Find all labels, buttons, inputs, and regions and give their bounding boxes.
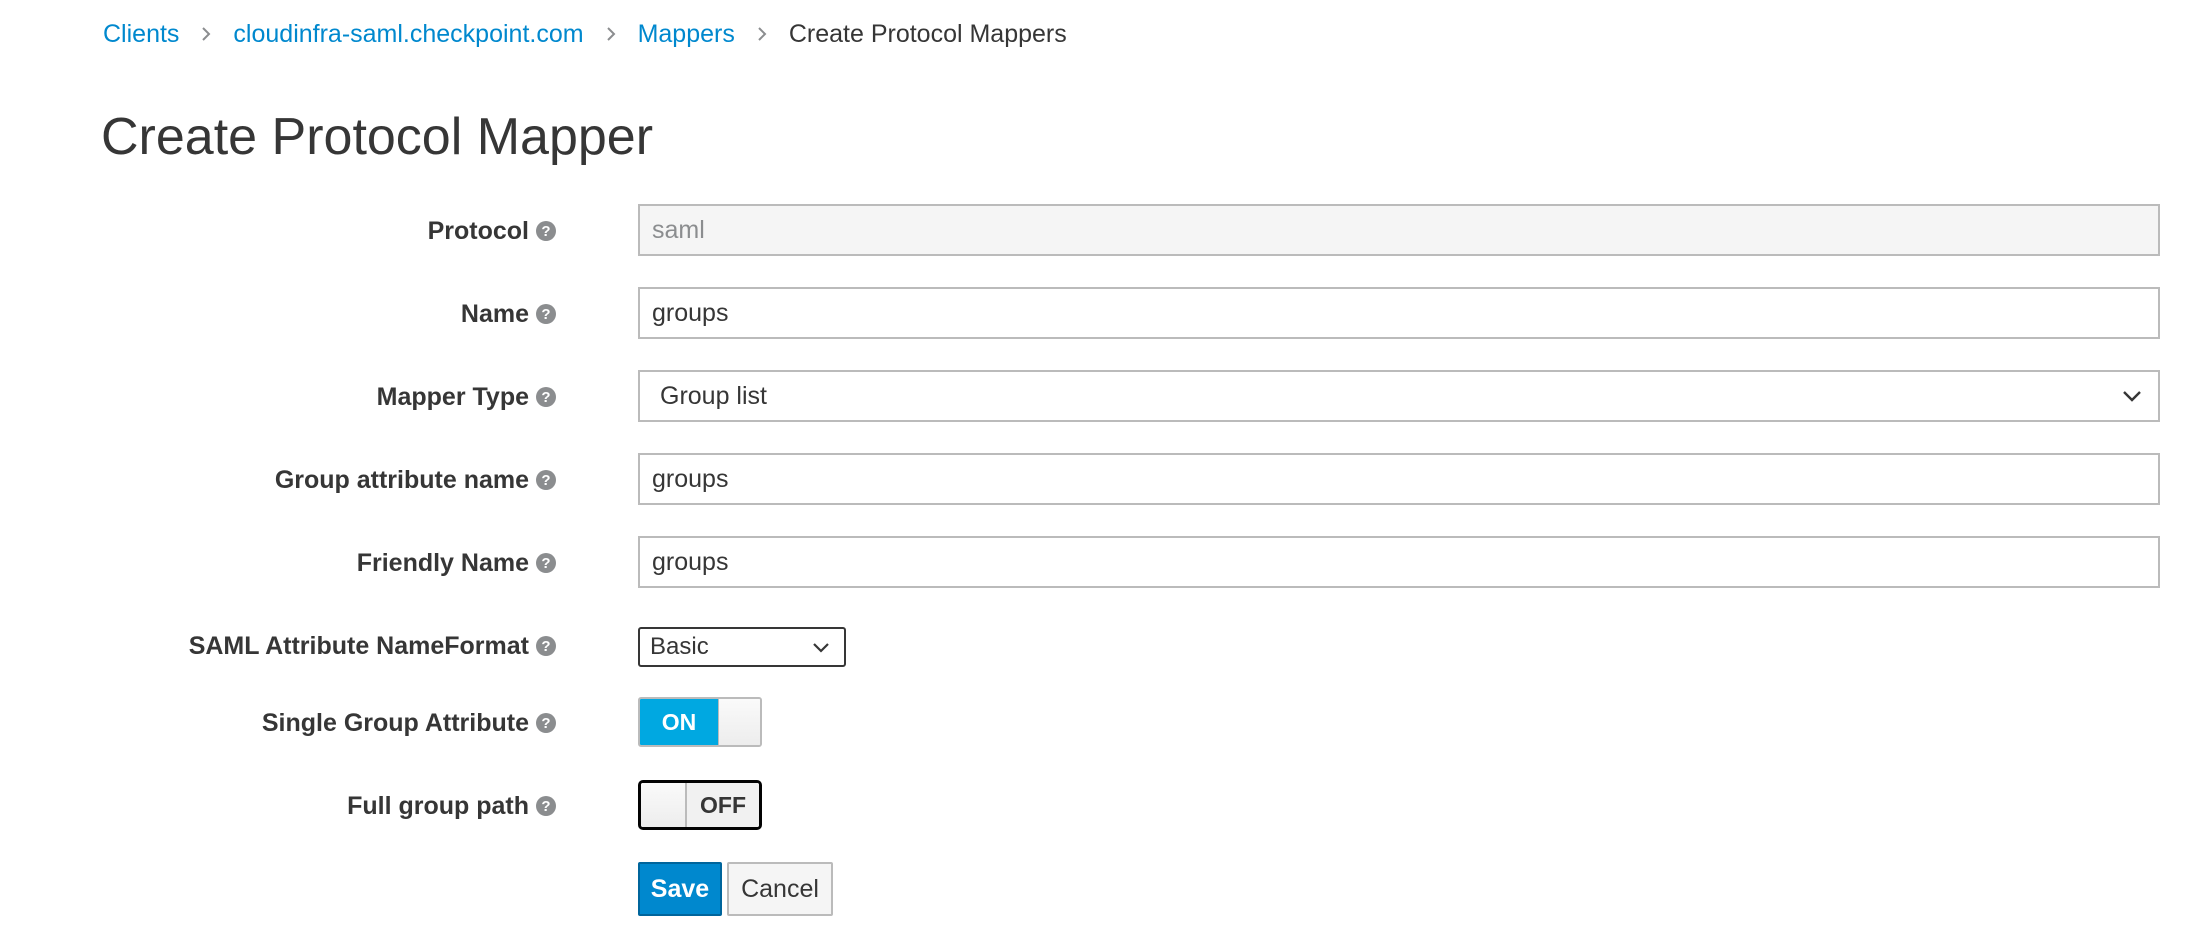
group-attribute-name-label-text: Group attribute name — [274, 465, 529, 494]
chevron-right-icon — [757, 26, 767, 42]
full-group-path-label: Full group path ? — [347, 779, 556, 833]
protocol-label: Protocol ? — [428, 204, 556, 258]
toggle-knob — [641, 783, 687, 827]
help-icon[interactable]: ? — [536, 553, 556, 573]
name-label-text: Name — [460, 299, 529, 328]
form-row-single-group-attribute: Single Group Attribute ? ON — [0, 696, 2206, 750]
toggle-on-label: ON — [640, 699, 718, 745]
help-icon[interactable]: ? — [536, 636, 556, 656]
form-row-full-group-path: Full group path ? OFF — [0, 779, 2206, 833]
mapper-type-value: Group list — [660, 381, 767, 410]
breadcrumb-link-mappers[interactable]: Mappers — [638, 20, 735, 49]
chevron-right-icon — [201, 26, 211, 42]
name-label: Name ? — [461, 287, 556, 341]
chevron-right-icon — [606, 26, 616, 42]
help-icon[interactable]: ? — [536, 387, 556, 407]
saml-nameformat-value: Basic — [650, 633, 709, 660]
breadcrumb-current: Create Protocol Mappers — [788, 19, 1067, 48]
form-row-name: Name ? groups — [0, 287, 2206, 341]
toggle-knob — [718, 699, 760, 745]
help-icon[interactable]: ? — [536, 221, 556, 241]
cancel-button[interactable]: Cancel — [727, 862, 833, 916]
protocol-label-text: Protocol — [427, 216, 529, 245]
form-row-protocol: Protocol ? saml — [0, 204, 2206, 258]
mapper-type-select[interactable]: Group list — [638, 370, 2160, 422]
breadcrumb: Clients cloudinfra-saml.checkpoint.com M… — [103, 14, 1067, 54]
chevron-down-icon — [812, 642, 830, 653]
saml-nameformat-label: SAML Attribute NameFormat ? — [189, 619, 556, 673]
name-input[interactable]: groups — [638, 287, 2160, 339]
form-row-saml-nameformat: SAML Attribute NameFormat ? Basic — [0, 619, 2206, 673]
breadcrumb-link-clients[interactable]: Clients — [103, 20, 179, 49]
mapper-type-label-text: Mapper Type — [376, 382, 529, 411]
form-row-friendly-name: Friendly Name ? groups — [0, 536, 2206, 590]
form-row-group-attribute-name: Group attribute name ? groups — [0, 453, 2206, 507]
breadcrumb-link-client[interactable]: cloudinfra-saml.checkpoint.com — [233, 20, 583, 49]
page-title: Create Protocol Mapper — [101, 108, 654, 166]
friendly-name-label-text: Friendly Name — [356, 548, 529, 577]
toggle-off-label: OFF — [687, 783, 759, 827]
save-button[interactable]: Save — [638, 862, 722, 916]
single-group-attribute-toggle[interactable]: ON — [638, 697, 762, 747]
form-actions: Save Cancel — [0, 862, 2206, 916]
chevron-down-icon — [2122, 390, 2142, 402]
full-group-path-label-text: Full group path — [347, 791, 529, 820]
protocol-field: saml — [638, 204, 2160, 256]
help-icon[interactable]: ? — [536, 304, 556, 324]
friendly-name-label: Friendly Name ? — [357, 536, 556, 590]
group-attribute-name-input[interactable]: groups — [638, 453, 2160, 505]
single-group-attribute-label-text: Single Group Attribute — [261, 708, 529, 737]
group-attribute-name-label: Group attribute name ? — [275, 453, 556, 507]
saml-nameformat-label-text: SAML Attribute NameFormat — [188, 631, 529, 660]
single-group-attribute-label: Single Group Attribute ? — [262, 696, 556, 750]
friendly-name-input[interactable]: groups — [638, 536, 2160, 588]
saml-nameformat-select[interactable]: Basic — [638, 627, 846, 667]
mapper-type-label: Mapper Type ? — [377, 370, 556, 424]
form-row-mapper-type: Mapper Type ? Group list — [0, 370, 2206, 424]
full-group-path-toggle[interactable]: OFF — [638, 780, 762, 830]
help-icon[interactable]: ? — [536, 796, 556, 816]
help-icon[interactable]: ? — [536, 713, 556, 733]
help-icon[interactable]: ? — [536, 470, 556, 490]
